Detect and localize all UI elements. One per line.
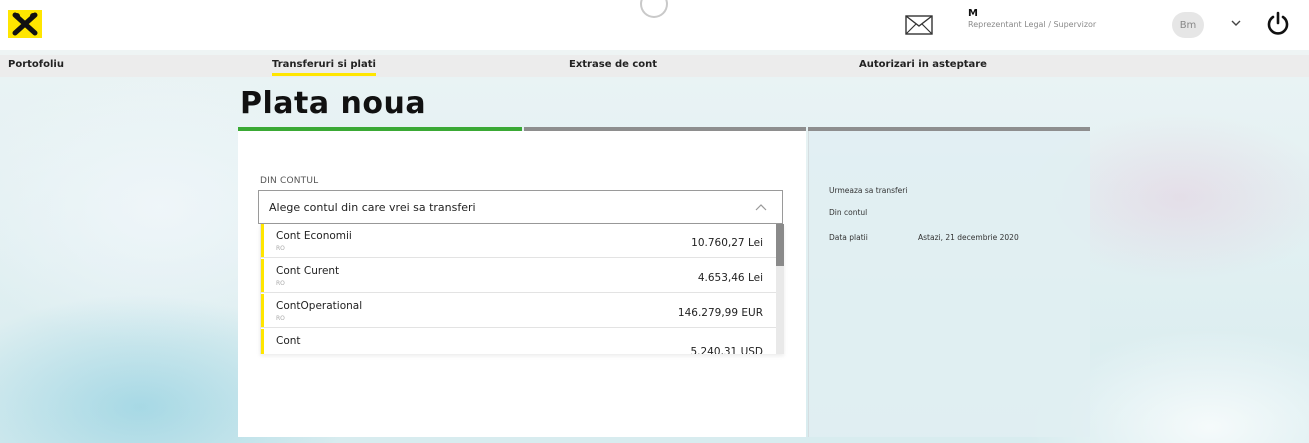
envelope-icon[interactable] <box>905 15 933 35</box>
nav-item-autorizari[interactable]: Autorizari in asteptare <box>859 59 987 70</box>
account-iban: RO <box>276 280 285 287</box>
loading-spinner <box>640 0 668 18</box>
account-option-operational[interactable]: ContOperational RO 146.279,99 EUR <box>261 294 777 328</box>
summary-date-value: Astazi, 21 decembrie 2020 <box>918 233 1019 242</box>
power-icon[interactable] <box>1264 10 1292 38</box>
account-select[interactable]: Alege contul din care vrei sa transferi <box>258 190 783 224</box>
account-name: ContOperational <box>276 300 363 312</box>
account-iban: RO <box>276 315 285 322</box>
company-avatar-text: Bm <box>1179 19 1197 31</box>
user-info[interactable]: M Reprezentant Legal / Supervizor <box>968 8 1168 29</box>
summary-from-label: Din contul <box>829 208 868 217</box>
logo-cross-icon <box>12 12 38 36</box>
bank-logo[interactable] <box>8 10 42 38</box>
nav-item-transferuri[interactable]: Transferuri si plati <box>272 59 376 76</box>
summary-title: Urmeaza sa transferi <box>829 186 908 195</box>
account-balance: 146.279,99 EUR <box>677 307 763 319</box>
page-title: Plata noua <box>240 86 427 121</box>
dropdown-scroll-thumb[interactable] <box>776 224 784 266</box>
nav-item-portofoliu[interactable]: Portofoliu <box>8 59 64 70</box>
summary-date-label: Data platii <box>829 233 868 242</box>
chevron-up-icon <box>755 204 767 211</box>
company-avatar[interactable]: Bm <box>1172 12 1204 38</box>
account-iban: RO <box>276 245 285 252</box>
account-dropdown-list[interactable]: Cont Economii RO 10.760,27 Lei Cont Cure… <box>260 224 784 354</box>
account-name: Cont <box>276 335 301 347</box>
nav-item-extrase[interactable]: Extrase de cont <box>569 59 657 70</box>
account-balance: 10.760,27 Lei <box>691 237 763 249</box>
account-select-placeholder: Alege contul din care vrei sa transferi <box>269 201 476 214</box>
summary-panel <box>808 131 1090 437</box>
user-role: Reprezentant Legal / Supervizor <box>968 20 1097 29</box>
account-option-usd[interactable]: Cont 5.240,31 USD <box>261 329 777 354</box>
chevron-down-icon[interactable] <box>1230 18 1242 28</box>
top-bar: M Reprezentant Legal / Supervizor Bm <box>0 0 1309 50</box>
from-account-label: DIN CONTUL <box>260 176 319 186</box>
account-option-economii[interactable]: Cont Economii RO 10.760,27 Lei <box>261 224 777 258</box>
account-balance: 4.653,46 Lei <box>697 272 763 284</box>
account-name: Cont Curent <box>276 265 340 277</box>
account-name: Cont Economii <box>276 230 352 242</box>
main-nav: Portofoliu Transferuri si plati Extrase … <box>0 55 1309 77</box>
account-option-curent[interactable]: Cont Curent RO 4.653,46 Lei <box>261 259 777 293</box>
user-initial: M <box>968 8 978 19</box>
account-balance: 5.240,31 USD <box>690 346 763 354</box>
dropdown-scrollbar[interactable] <box>776 224 784 354</box>
